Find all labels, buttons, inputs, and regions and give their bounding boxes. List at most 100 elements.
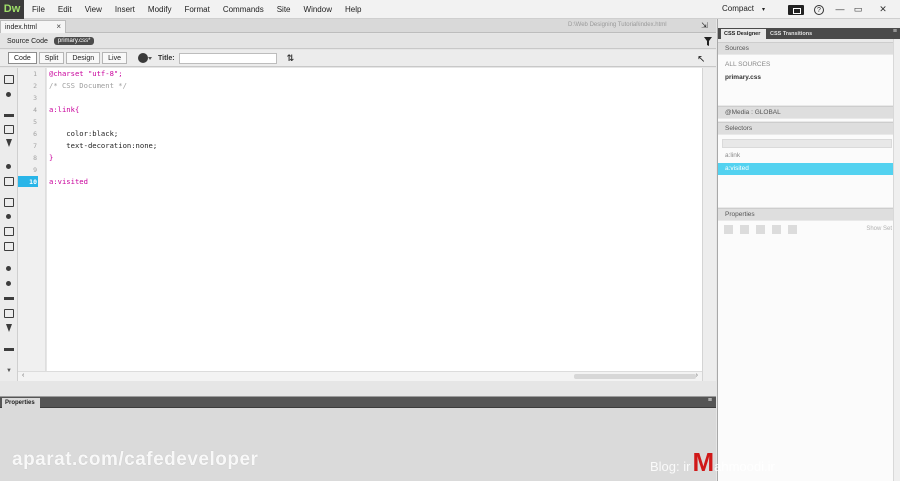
more-icon[interactable] (788, 225, 797, 234)
selectors-heading[interactable]: Selectors (718, 122, 900, 134)
sources-heading[interactable]: Sources (718, 42, 900, 54)
selector-item[interactable]: a:link (725, 152, 740, 159)
tab-css-designer[interactable]: CSS Designer (721, 29, 766, 39)
maximize-button[interactable]: ▭ (852, 3, 864, 15)
line-number: 6 (33, 130, 37, 138)
panel-menu-icon[interactable]: ≡ (893, 28, 897, 35)
title-input[interactable] (178, 52, 277, 64)
line-number: 7 (33, 142, 37, 150)
horizontal-scroll-thumb[interactable] (574, 374, 696, 379)
line-numbers-icon[interactable] (4, 198, 14, 207)
code-line[interactable]: a:link{ (49, 104, 79, 116)
line-number: 4 (33, 106, 37, 114)
collapse-full-tag-icon[interactable] (4, 111, 14, 120)
balance-braces-icon[interactable] (4, 177, 14, 186)
restore-panel-icon[interactable]: ⇲ (701, 21, 708, 30)
menu-format[interactable]: Format (184, 5, 209, 14)
indent-code-icon[interactable] (4, 345, 14, 354)
document-tab-bar: index.html × D:\Web Designing Tutorial\i… (0, 19, 716, 33)
tab-css-transitions[interactable]: CSS Transitions (770, 29, 812, 39)
css-designer-tab-bar: CSS Designer CSS Transitions ≡ (718, 28, 900, 39)
document-tab-index[interactable]: index.html × (0, 20, 66, 33)
auto-indent-icon[interactable] (4, 242, 14, 251)
watermark-blog-domain: ahmoodi.ir (714, 459, 775, 474)
code-line[interactable]: /* CSS Document */ (49, 80, 127, 92)
line-number: 8 (33, 154, 37, 162)
menu-list: File Edit View Insert Modify Format Comm… (32, 5, 374, 14)
open-documents-icon[interactable] (4, 75, 14, 84)
file-management-icon[interactable]: ⇅ (287, 53, 295, 64)
source-item-all[interactable]: ALL SOURCES (725, 61, 770, 68)
document-toolbar: Code Split Design Live Title: ⇅ (0, 50, 716, 67)
properties-tab[interactable]: Properties (2, 398, 40, 408)
line-number: 9 (33, 166, 37, 174)
wrap-tag-icon[interactable] (4, 294, 14, 303)
show-code-navigator-icon[interactable] (4, 90, 14, 99)
menu-file[interactable]: File (32, 5, 45, 14)
menu-modify[interactable]: Modify (148, 5, 172, 14)
layout-icon[interactable] (724, 225, 733, 234)
code-line[interactable]: color:black; (49, 128, 118, 140)
related-file-primary-css[interactable]: primary.css* (53, 37, 95, 45)
close-tab-icon[interactable]: × (56, 22, 61, 31)
move-css-icon[interactable] (4, 324, 14, 333)
select-parent-tag-icon[interactable] (4, 162, 14, 171)
recent-snippets-icon[interactable] (4, 309, 14, 318)
menu-help[interactable]: Help (345, 5, 361, 14)
close-window-button[interactable]: ✕ (876, 3, 890, 15)
properties-heading[interactable]: Properties (718, 208, 900, 220)
help-icon[interactable]: ? (814, 5, 824, 15)
design-view-button[interactable]: Design (66, 52, 101, 64)
code-line[interactable]: @charset "utf-8"; (49, 68, 123, 80)
properties-tab-bar: Properties ≡ (0, 397, 716, 408)
panel-menu-icon[interactable]: ≡ (708, 397, 712, 404)
dreamweaver-logo: Dw (0, 0, 24, 19)
selector-item-label: a:visited (725, 165, 749, 172)
code-editor[interactable]: @charset "utf-8"; /* CSS Document */ a:l… (47, 68, 702, 371)
code-line[interactable]: } (49, 152, 53, 164)
source-code-link[interactable]: Source Code (7, 38, 48, 45)
scroll-left-icon[interactable]: ‹ (22, 372, 24, 379)
line-number-active: 10 (29, 178, 37, 186)
collapse-selection-icon[interactable] (4, 125, 14, 134)
background-icon[interactable] (772, 225, 781, 234)
menu-commands[interactable]: Commands (223, 5, 264, 14)
line-number-gutter: 1 2 3 4 5 6 7 8 9 10 (18, 68, 46, 371)
menu-site[interactable]: Site (277, 5, 291, 14)
css-designer-scrollbar[interactable] (893, 39, 900, 481)
vertical-scrollbar[interactable] (702, 68, 716, 381)
highlight-invalid-code-icon[interactable] (4, 212, 14, 221)
source-item-primary-css[interactable]: primary.css (725, 74, 761, 81)
title-label: Title: (158, 54, 175, 62)
line-number: 3 (33, 94, 37, 102)
filter-icon[interactable] (704, 37, 712, 46)
live-view-button[interactable]: Live (102, 52, 127, 64)
preview-in-browser-icon[interactable] (138, 53, 152, 63)
syntax-coloring-icon[interactable] (4, 227, 14, 236)
border-icon[interactable] (756, 225, 765, 234)
code-line[interactable]: text-decoration:none; (49, 140, 157, 152)
related-files-bar: Source Code primary.css* (0, 34, 716, 49)
workspace-switcher[interactable]: Compact ▾ (722, 4, 765, 13)
minimize-button[interactable]: — (834, 3, 846, 15)
sync-settings-icon[interactable] (788, 5, 804, 15)
menu-insert[interactable]: Insert (115, 5, 135, 14)
remove-comment-icon[interactable] (4, 279, 14, 288)
show-set-checkbox[interactable]: Show Set (866, 226, 892, 232)
code-line[interactable]: a:visited (49, 176, 88, 188)
menu-window[interactable]: Window (304, 5, 332, 14)
expand-all-icon[interactable] (4, 139, 14, 148)
menu-view[interactable]: View (85, 5, 102, 14)
split-view-button[interactable]: Split (38, 52, 65, 64)
code-view-button[interactable]: Code (8, 52, 37, 64)
scroll-right-icon[interactable]: › (696, 372, 698, 379)
filter-css-rules-input[interactable] (722, 139, 892, 148)
menu-edit[interactable]: Edit (58, 5, 72, 14)
media-list (718, 119, 900, 121)
view-buttons: Code Split Design Live (6, 52, 127, 64)
apply-comment-icon[interactable] (4, 264, 14, 273)
text-icon[interactable] (740, 225, 749, 234)
media-heading[interactable]: @Media : GLOBAL (718, 106, 900, 118)
horizontal-scrollbar[interactable]: ‹ › (18, 371, 702, 381)
toolbar-more-icon[interactable]: ▼ (6, 368, 12, 374)
